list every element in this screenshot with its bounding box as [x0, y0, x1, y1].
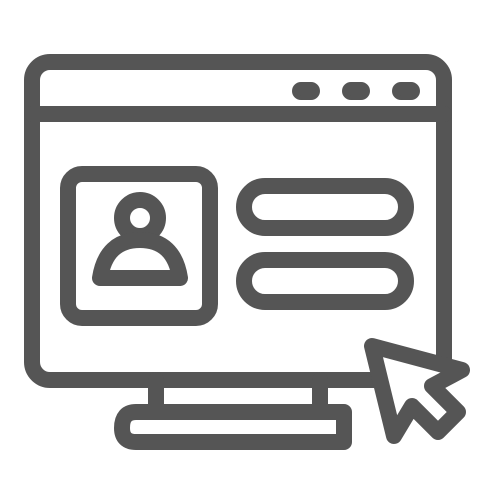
text-line-icon: [236, 178, 414, 236]
window-dot-icon: [342, 82, 370, 100]
cursor-arrow-icon: [364, 338, 470, 444]
stand-base: [114, 404, 353, 450]
window-dot-icon: [392, 82, 420, 100]
avatar-icon: [92, 192, 188, 286]
computer-user-profile-icon: [24, 54, 470, 450]
avatar-body: [92, 232, 188, 286]
window-controls: [292, 82, 420, 100]
monitor-stand: [114, 372, 353, 450]
icon-canvas: [0, 0, 500, 500]
avatar-head: [114, 192, 166, 244]
text-line-icon: [236, 252, 414, 310]
window-dot-icon: [292, 82, 320, 100]
